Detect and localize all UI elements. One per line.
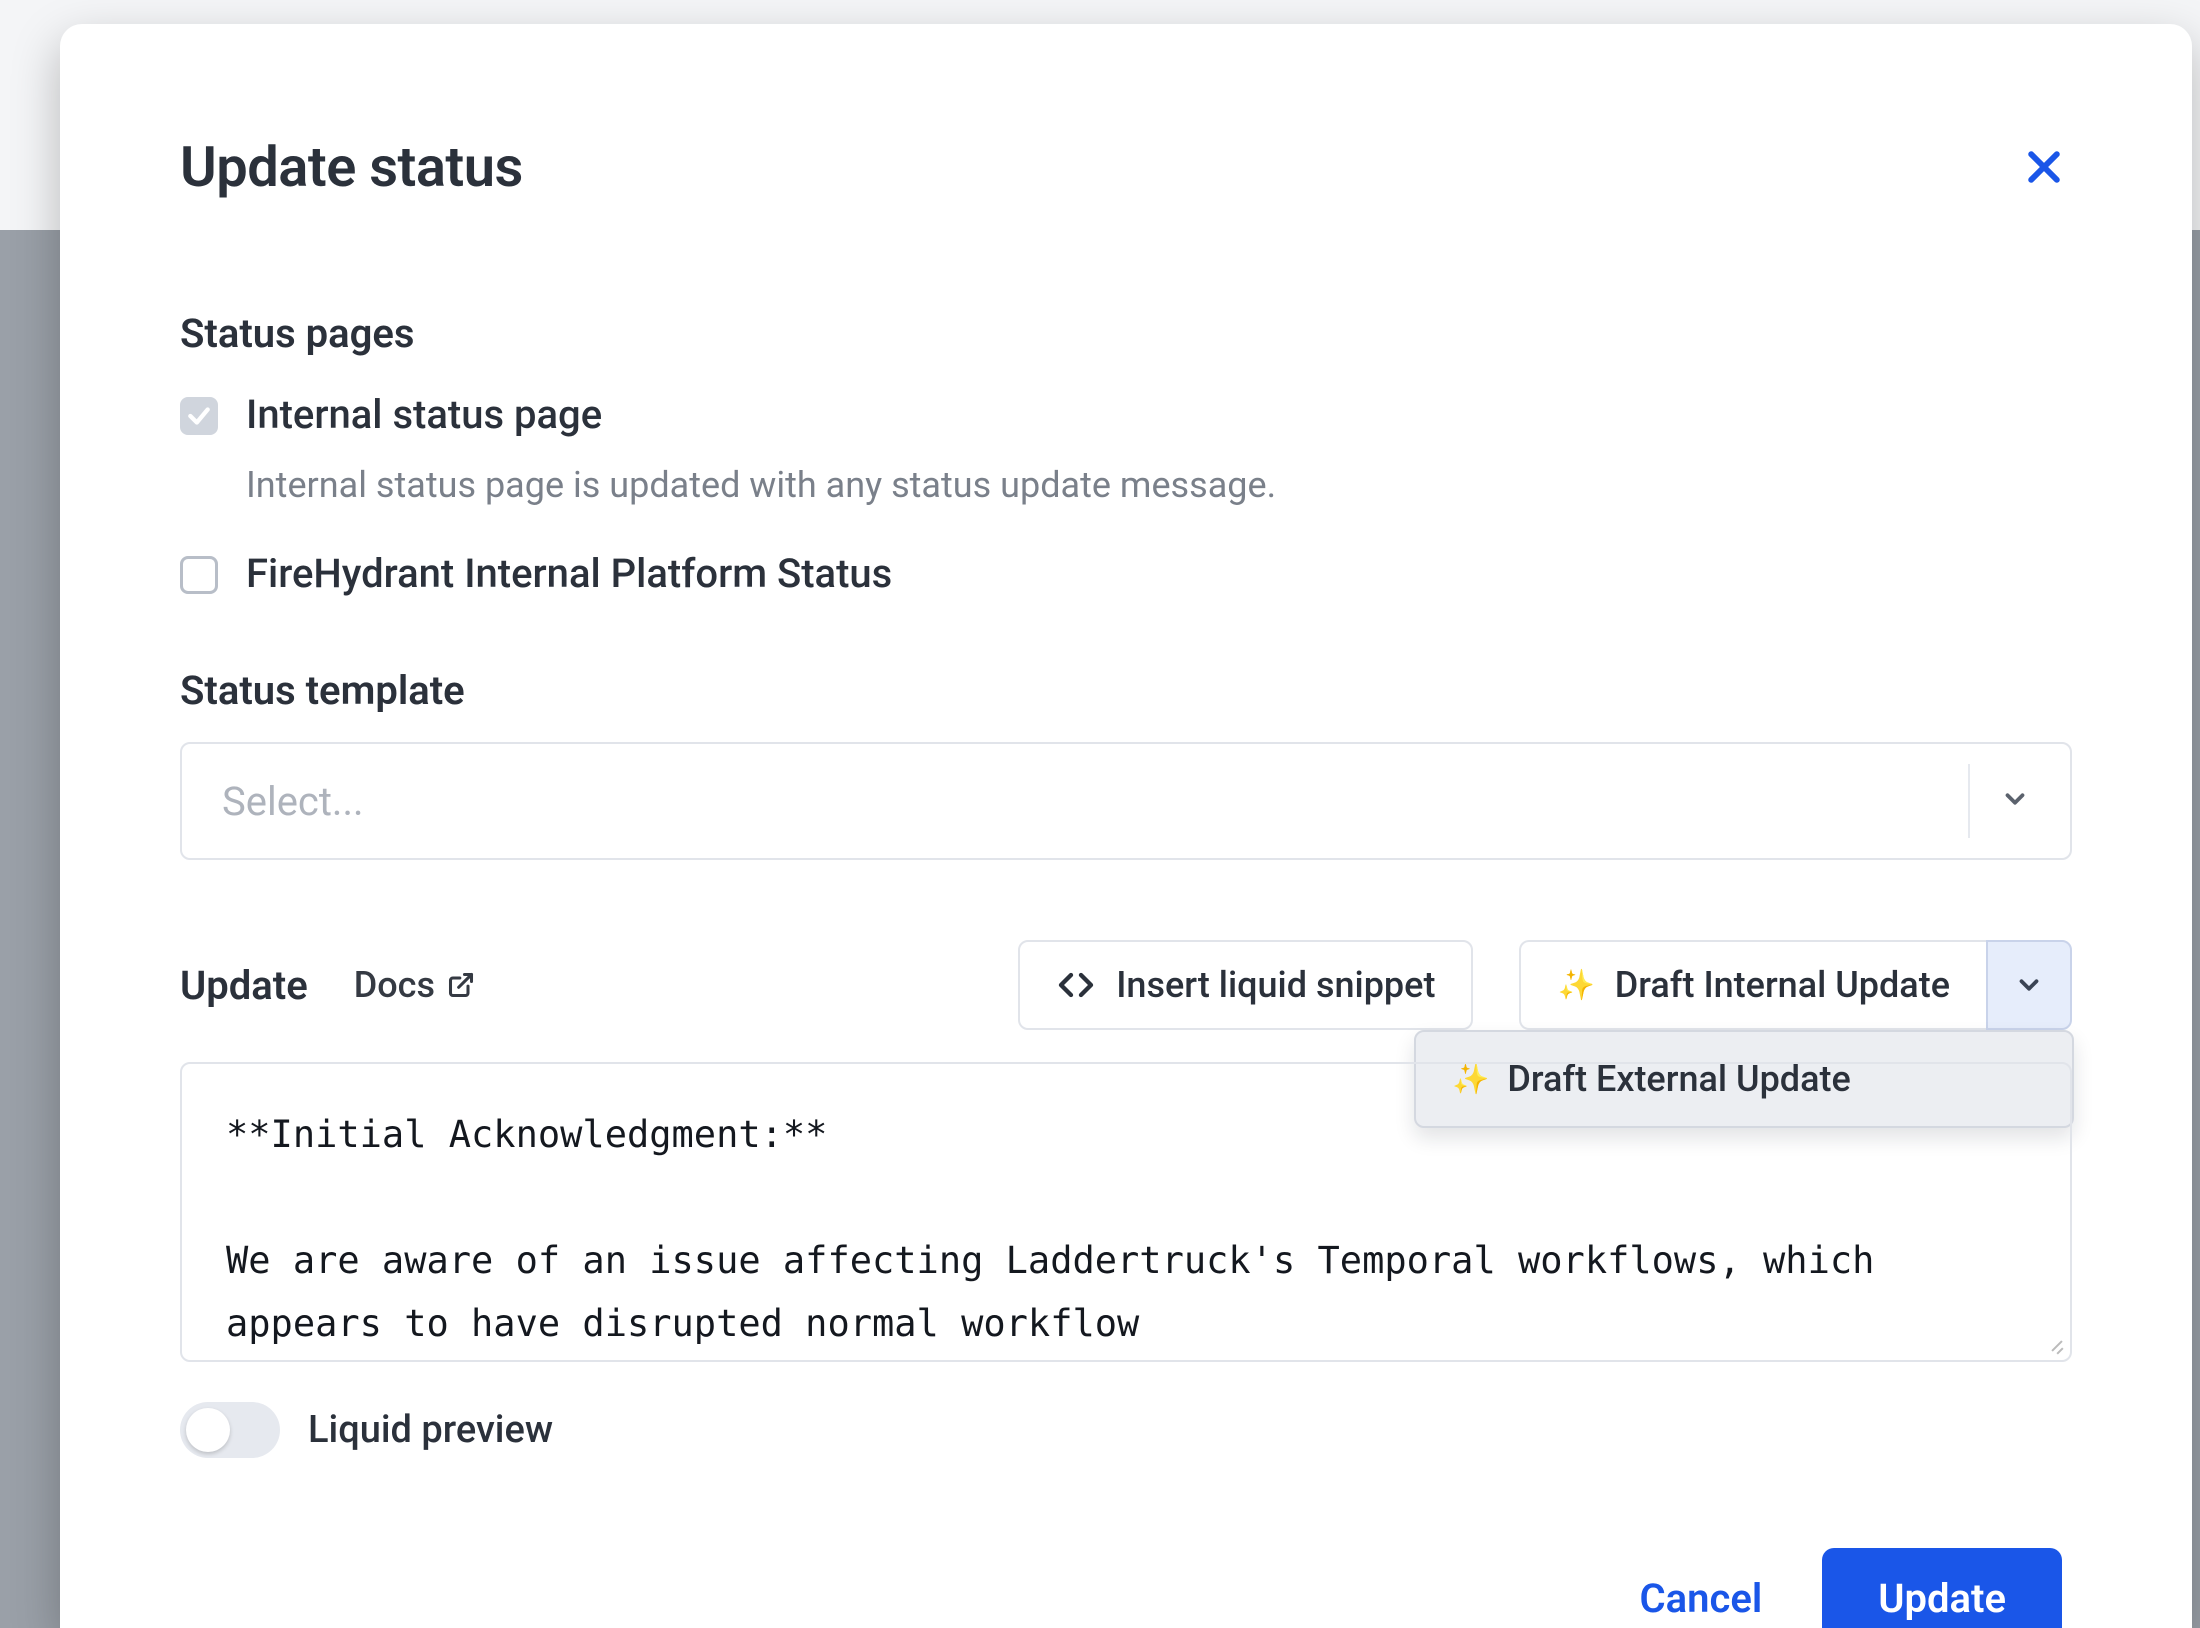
close-button[interactable] bbox=[2016, 139, 2072, 195]
liquid-preview-row: Liquid preview bbox=[180, 1402, 2072, 1458]
docs-link[interactable]: Docs bbox=[354, 964, 475, 1006]
draft-internal-update-button[interactable]: ✨ Draft Internal Update bbox=[1519, 940, 1986, 1030]
toggle-knob bbox=[186, 1408, 230, 1452]
modal-title: Update status bbox=[180, 134, 523, 200]
status-page-row-platform: FireHydrant Internal Platform Status bbox=[180, 550, 2072, 597]
update-button[interactable]: Update bbox=[1822, 1548, 2062, 1628]
code-icon bbox=[1056, 965, 1096, 1005]
chevron-down-icon bbox=[2000, 784, 2030, 818]
button-label: Draft Internal Update bbox=[1615, 964, 1950, 1006]
checkbox-label: Internal status page bbox=[246, 391, 602, 438]
sparkle-icon: ✨ bbox=[1557, 968, 1594, 1003]
update-status-modal: Update status Status pages Internal stat… bbox=[60, 24, 2192, 1628]
status-template-label: Status template bbox=[180, 667, 2072, 714]
resize-handle-icon[interactable] bbox=[2046, 1336, 2066, 1356]
button-label: Insert liquid snippet bbox=[1116, 964, 1435, 1006]
cancel-button[interactable]: Cancel bbox=[1640, 1575, 1763, 1622]
draft-update-dropdown-toggle[interactable] bbox=[1986, 940, 2072, 1030]
textarea-content: **Initial Acknowledgment:** We are aware… bbox=[226, 1113, 1897, 1345]
draft-update-split-button: ✨ Draft Internal Update ✨ Draft External… bbox=[1519, 940, 2072, 1030]
update-message-textarea[interactable]: **Initial Acknowledgment:** We are aware… bbox=[180, 1062, 2072, 1362]
checkbox-label: FireHydrant Internal Platform Status bbox=[246, 550, 892, 597]
toggle-label: Liquid preview bbox=[308, 1408, 553, 1452]
checkbox-firehydrant-platform[interactable] bbox=[180, 556, 218, 594]
close-icon bbox=[2022, 145, 2066, 189]
modal-header: Update status bbox=[180, 134, 2072, 200]
update-label: Update bbox=[180, 962, 308, 1009]
liquid-preview-toggle[interactable] bbox=[180, 1402, 280, 1458]
status-template-select[interactable]: Select... bbox=[180, 742, 2072, 860]
checkbox-internal-status-page bbox=[180, 397, 218, 435]
select-placeholder: Select... bbox=[222, 778, 364, 825]
modal-footer: Cancel Update bbox=[180, 1548, 2072, 1628]
select-divider bbox=[1968, 764, 1970, 838]
button-label: Update bbox=[1878, 1575, 2006, 1622]
status-page-row-internal: Internal status page bbox=[180, 391, 2072, 438]
chevron-down-icon bbox=[2014, 970, 2044, 1000]
check-icon bbox=[186, 403, 212, 429]
checkbox-subtext: Internal status page is updated with any… bbox=[246, 464, 2072, 506]
update-header-row: Update Docs Insert liquid snippet ✨ Draf… bbox=[180, 940, 2072, 1030]
status-pages-label: Status pages bbox=[180, 310, 2072, 357]
docs-label: Docs bbox=[354, 964, 435, 1006]
insert-liquid-snippet-button[interactable]: Insert liquid snippet bbox=[1018, 940, 1473, 1030]
external-link-icon bbox=[447, 971, 475, 999]
